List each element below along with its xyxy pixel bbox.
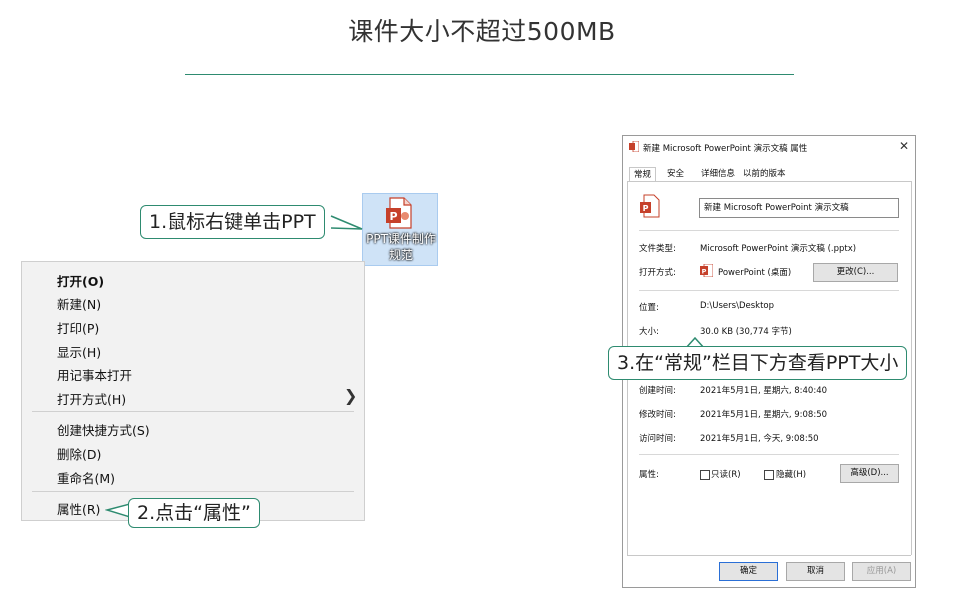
created-label: 创建时间: <box>639 386 676 396</box>
callout-step1: 1.鼠标右键单击PPT <box>140 205 325 239</box>
tab-divider <box>627 181 911 182</box>
powerpoint-app-icon: P <box>700 264 713 277</box>
advanced-button[interactable]: 高级(D)... <box>840 464 899 483</box>
file-type-value: Microsoft PowerPoint 演示文稿 (.pptx) <box>700 244 857 254</box>
menu-item-show[interactable]: 显示(H) <box>57 342 101 361</box>
menu-item-open[interactable]: 打开(O) <box>57 271 104 290</box>
created-value: 2021年5月1日, 星期六, 8:40:40 <box>700 386 828 396</box>
context-menu: 打开(O) 新建(N) 打印(P) 显示(H) 用记事本打开 打开方式(H) ❯… <box>21 261 365 521</box>
tab-general[interactable]: 常规 <box>629 167 657 182</box>
accessed-label: 访问时间: <box>639 434 676 444</box>
section-divider <box>639 454 899 455</box>
powerpoint-file-icon: P <box>386 197 412 229</box>
change-button[interactable]: 更改(C)... <box>813 263 898 282</box>
menu-item-print[interactable]: 打印(P) <box>57 318 99 337</box>
readonly-checkbox[interactable] <box>700 470 710 480</box>
desktop-file-label: PPT课件制作规范 <box>366 232 436 262</box>
size-value: 30.0 KB (30,774 字节) <box>700 327 792 337</box>
hidden-label[interactable]: 隐藏(H) <box>776 468 806 480</box>
hidden-checkbox[interactable] <box>764 470 774 480</box>
dialog-title: 新建 Microsoft PowerPoint 演示文稿 属性 <box>643 144 808 154</box>
section-divider <box>639 290 899 291</box>
title-divider <box>185 74 794 75</box>
location-label: 位置: <box>639 303 659 313</box>
pane-border-bottom <box>627 555 911 556</box>
close-icon[interactable]: ✕ <box>899 139 909 153</box>
modified-label: 修改时间: <box>639 410 676 420</box>
desktop-file-ppt[interactable]: P PPT课件制作规范 <box>362 193 438 266</box>
menu-separator <box>32 491 354 492</box>
menu-item-rename[interactable]: 重命名(M) <box>57 468 115 487</box>
pane-border-right <box>911 181 912 555</box>
menu-item-properties[interactable]: 属性(R) <box>57 499 100 518</box>
section-divider <box>639 230 899 231</box>
accessed-value: 2021年5月1日, 今天, 9:08:50 <box>700 434 819 444</box>
tab-security[interactable]: 安全 <box>663 167 688 181</box>
tab-details[interactable]: 详细信息 <box>697 167 739 181</box>
svg-text:P: P <box>702 268 707 276</box>
location-value: D:\Users\Desktop <box>700 301 774 311</box>
callout-step1-pointer <box>330 215 363 230</box>
ok-button[interactable]: 确定 <box>719 562 778 581</box>
readonly-label[interactable]: 只读(R) <box>711 468 741 480</box>
powerpoint-app-icon <box>629 141 639 152</box>
menu-item-open-notepad[interactable]: 用记事本打开 <box>57 365 132 384</box>
callout-step3: 3.在“常规”栏目下方查看PPT大小 <box>608 346 908 380</box>
modified-value: 2021年5月1日, 星期六, 9:08:50 <box>700 410 828 420</box>
attributes-label: 属性: <box>639 470 659 480</box>
menu-item-new[interactable]: 新建(N) <box>57 294 101 313</box>
svg-text:P: P <box>643 204 649 213</box>
tab-previous-versions[interactable]: 以前的版本 <box>739 167 790 181</box>
svg-text:P: P <box>389 210 397 223</box>
cancel-button[interactable]: 取消 <box>786 562 845 581</box>
menu-item-create-shortcut[interactable]: 创建快捷方式(S) <box>57 420 150 439</box>
file-type-label: 文件类型: <box>639 244 676 254</box>
menu-item-delete[interactable]: 删除(D) <box>57 444 101 463</box>
page-title: 课件大小不超过500MB <box>348 17 616 46</box>
open-with-label: 打开方式: <box>639 268 676 278</box>
callout-step2: 2.点击“属性” <box>128 498 260 528</box>
file-type-icon: P <box>640 194 660 218</box>
menu-separator <box>32 411 354 412</box>
menu-item-open-with[interactable]: 打开方式(H) <box>57 389 126 408</box>
open-with-value: PowerPoint (桌面) <box>718 268 792 278</box>
chevron-right-icon: ❯ <box>344 386 358 405</box>
size-label: 大小: <box>639 327 659 337</box>
file-name-field[interactable]: 新建 Microsoft PowerPoint 演示文稿 <box>699 198 899 218</box>
apply-button[interactable]: 应用(A) <box>852 562 911 581</box>
